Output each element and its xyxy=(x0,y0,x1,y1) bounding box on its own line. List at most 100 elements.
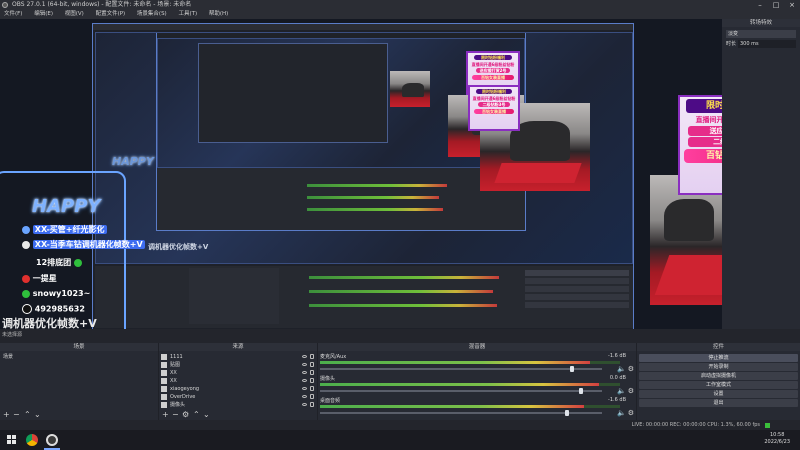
visibility-icon[interactable] xyxy=(302,379,307,382)
remove-source-button[interactable]: − xyxy=(172,411,179,419)
lock-icon[interactable] xyxy=(310,386,314,391)
gear-icon[interactable]: ⚙ xyxy=(628,387,634,395)
start-recording-button[interactable]: 开始录制 xyxy=(639,363,798,371)
mixer-title: 混音器 xyxy=(318,343,636,351)
source-item[interactable]: xiaogeyong xyxy=(161,385,315,393)
mixer-channel: 桌面音频 -1.6 dB 🔈 ⚙ xyxy=(320,397,634,417)
volume-slider[interactable] xyxy=(320,410,602,416)
clock[interactable]: 10:58 2022/6/23 xyxy=(764,432,790,446)
captured-obs-window: 限时钻粉福利 直播间开通6级粉丝钻粉 送应援打赏2号 百钻女装直播 限时钻粉福利… xyxy=(92,23,634,329)
exit-button[interactable]: 退出 xyxy=(639,399,798,407)
lock-icon[interactable] xyxy=(310,378,314,383)
captured-promo: 限时钻粉福利 直播间开通6级粉丝钻粉 二级钻粉3号 百钻女装直播 xyxy=(468,85,520,131)
nested-cam-small xyxy=(390,71,430,107)
speaker-icon[interactable]: 🔈 xyxy=(617,365,626,373)
scenes-panel: 场景 场景 + − ⌃ ⌄ xyxy=(0,343,158,420)
image-source-icon xyxy=(161,386,167,392)
visibility-icon[interactable] xyxy=(302,363,307,366)
mixer-channel: 摄像头 0.0 dB 🔈 ⚙ xyxy=(320,375,634,395)
lock-icon[interactable] xyxy=(310,402,314,407)
volume-meter xyxy=(320,405,584,408)
connection-status-icon xyxy=(765,423,770,428)
volume-meter xyxy=(320,361,590,364)
windows-start-icon[interactable] xyxy=(6,434,18,446)
text-source-icon xyxy=(161,370,167,376)
status-text: LIVE: 00:00:00 REC: 00:00:00 CPU: 1.3%, … xyxy=(631,422,760,428)
clock-date: 2022/6/23 xyxy=(764,439,790,445)
move-up-icon[interactable]: ⌃ xyxy=(24,411,31,419)
visibility-icon[interactable] xyxy=(302,371,307,374)
add-scene-button[interactable]: + xyxy=(3,411,10,419)
visibility-icon[interactable] xyxy=(302,403,307,406)
sources-panel: 来源 1111 贴图 XX XX xiaogeyong OverDrive 摄像… xyxy=(159,343,317,420)
source-item[interactable]: 摄像头 xyxy=(161,401,315,409)
remove-scene-button[interactable]: − xyxy=(13,411,20,419)
transitions-title: 转场特效 xyxy=(722,19,800,27)
visibility-icon[interactable] xyxy=(302,355,307,358)
visibility-icon[interactable] xyxy=(302,395,307,398)
overlay-caption: 调机器优化帧数+V xyxy=(2,317,97,329)
duration-input[interactable]: 300 ms xyxy=(738,40,796,48)
transition-select[interactable]: 淡变 xyxy=(726,30,796,38)
maximize-button[interactable]: □ xyxy=(768,0,784,10)
gear-icon[interactable]: ⚙ xyxy=(628,409,634,417)
image-source-icon xyxy=(161,362,167,368)
obs-taskbar-icon[interactable] xyxy=(46,434,58,446)
start-virtual-camera-button[interactable]: 启动虚拟摄像机 xyxy=(639,372,798,380)
happy-text: HAPPY xyxy=(32,196,101,217)
volume-slider[interactable] xyxy=(320,366,602,372)
menu-edit[interactable]: 编辑(E) xyxy=(34,10,53,19)
speaker-muted-icon[interactable]: 🔈 xyxy=(617,409,626,417)
mixer-panel: 混音器 麦克风/Aux -1.6 dB 🔈 ⚙ 摄像头 0.0 dB 🔈 ⚙ 桌… xyxy=(318,343,636,420)
speaker-icon[interactable]: 🔈 xyxy=(617,387,626,395)
overlay-line-5: snowy1023~ xyxy=(22,289,90,298)
lock-icon[interactable] xyxy=(310,354,314,359)
weibo-icon xyxy=(22,274,30,283)
studio-mode-button[interactable]: 工作室模式 xyxy=(639,381,798,389)
menu-view[interactable]: 视图(V) xyxy=(65,10,84,19)
duration-label: 时长 xyxy=(726,41,737,47)
close-button[interactable]: × xyxy=(784,0,800,10)
settings-button[interactable]: 设置 xyxy=(639,390,798,398)
gear-icon[interactable]: ⚙ xyxy=(182,411,189,419)
preview-canvas[interactable]: 限时钻粉福利 直播间开通6级粉丝钻粉 送应援打赏2号 百钻女装直播 限时钻粉福利… xyxy=(0,19,722,329)
volume-slider[interactable] xyxy=(320,388,602,394)
add-source-button[interactable]: + xyxy=(162,411,169,419)
source-item[interactable]: 1111 xyxy=(161,353,315,361)
menu-help[interactable]: 帮助(H) xyxy=(209,10,228,19)
gear-icon[interactable]: ⚙ xyxy=(628,365,634,373)
obs-app-icon xyxy=(2,2,8,8)
source-item[interactable]: OverDrive xyxy=(161,393,315,401)
captured-title-bar xyxy=(93,24,633,30)
minimize-button[interactable]: – xyxy=(752,0,768,10)
menu-tools[interactable]: 工具(T) xyxy=(178,10,197,19)
lock-icon[interactable] xyxy=(310,394,314,399)
sources-title: 来源 xyxy=(159,343,317,351)
promo-line-3: 二级钻粉3号 xyxy=(688,137,722,147)
stop-streaming-button[interactable]: 停止推流 xyxy=(639,354,798,362)
menu-profile[interactable]: 配置文件(P) xyxy=(96,10,126,19)
promo-line-2: 送应援打赏2号 xyxy=(688,126,722,136)
move-down-icon[interactable]: ⌄ xyxy=(34,411,41,419)
chrome-icon[interactable] xyxy=(26,434,38,446)
lock-icon[interactable] xyxy=(310,370,314,375)
visibility-icon[interactable] xyxy=(302,387,307,390)
controls-panel: 控件 停止推流 开始录制 启动虚拟摄像机 工作室模式 设置 退出 xyxy=(637,343,800,420)
menu-scene-collection[interactable]: 场景集合(S) xyxy=(137,10,167,19)
wechat-icon-2 xyxy=(22,289,30,298)
menu-file[interactable]: 文件(F) xyxy=(4,10,22,19)
captured-docks xyxy=(95,266,633,328)
scene-item[interactable]: 场景 xyxy=(2,353,156,361)
move-down-icon[interactable]: ⌄ xyxy=(203,411,210,419)
source-item[interactable]: XX xyxy=(161,377,315,385)
mixer-channel: 麦克风/Aux -1.6 dB 🔈 ⚙ xyxy=(320,353,634,373)
source-item[interactable]: 贴图 xyxy=(161,361,315,369)
source-item[interactable]: XX xyxy=(161,369,315,377)
volume-meter xyxy=(320,383,599,386)
promo-line-1: 直播间开通6级粉丝钻粉 xyxy=(695,116,722,124)
overlay-line-4: 一提星 xyxy=(22,273,57,284)
wechat-icon xyxy=(73,258,82,267)
lock-icon[interactable] xyxy=(310,362,314,367)
move-up-icon[interactable]: ⌃ xyxy=(193,411,200,419)
transitions-panel: 转场特效 淡变 时长 300 ms xyxy=(722,19,800,329)
